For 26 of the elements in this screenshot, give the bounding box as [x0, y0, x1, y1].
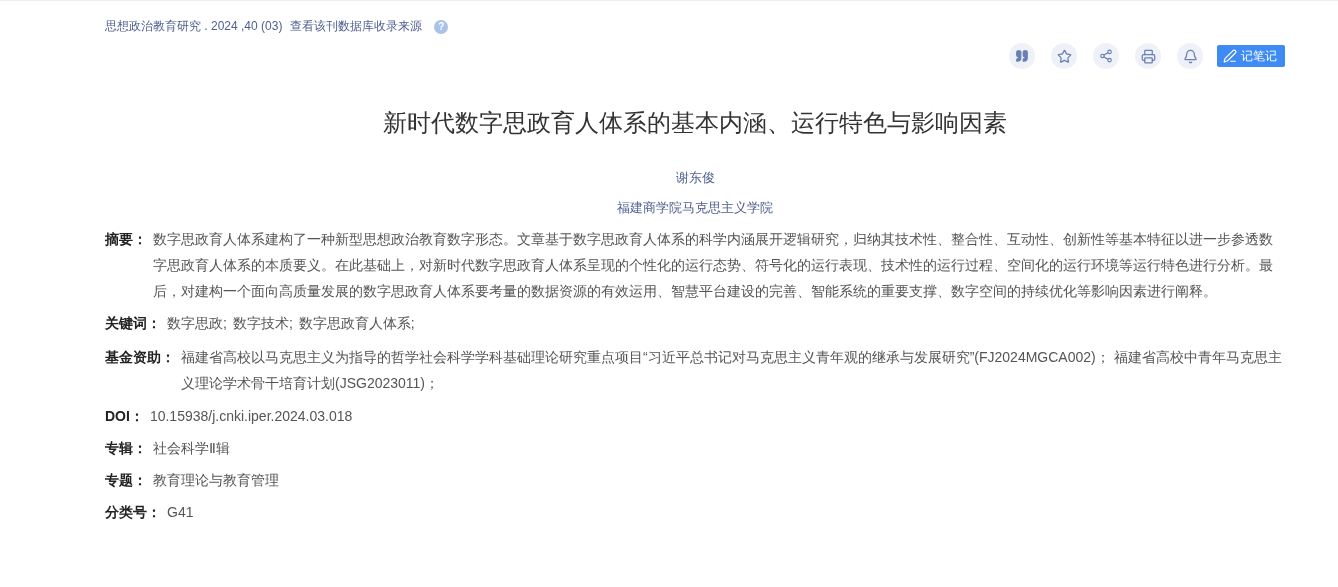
field-value: 福建省高校以马克思主义为指导的哲学社会科学学科基础理论研究重点项目“习近平总书记对马克思主义青年观的继承与发展研究”(FJ2024MGCA002)； 福建省高校中青年马克思主义理论学术骨干培育计划(JSG2023011)；	[181, 348, 1283, 393]
bell-icon[interactable]	[1177, 43, 1203, 69]
field-label: DOI：	[105, 407, 144, 426]
field-label: 专题：	[105, 471, 147, 490]
keyword-link[interactable]: 数字技术;	[232, 315, 293, 331]
field-label: 摘要：	[105, 230, 147, 249]
field-value: 教育理论与教育管理	[153, 471, 280, 490]
field-label: 关键词：	[105, 314, 161, 333]
share-icon[interactable]	[1093, 43, 1119, 69]
field-value: G41	[167, 503, 195, 522]
database-source-link[interactable]: 查看该刊数据库收录来源	[290, 18, 423, 35]
field-label: 分类号：	[105, 503, 161, 522]
field-value: 数字思政育人体系建构了一种新型思想政治教育数字形态。文章基于数字思政育人体系的科学内涵展开逻辑研究，归纳其技术性、整合性、互动性、创新性等基本特征以进一步参透数字思政育人体系的本质要义。在此基础上，对新时代数字思政育人体系呈现的个性化的运行态势、符号化的运行表现、技术性的运行过程、空间化的运行环境等运行特色进行分析。最后，对建构一个面向高质量发展的数字思政育人体系要考量的数据资源的有效运用、智慧平台建设的完善、智能系统的重要支撑、数字空间的持续优化等影响因素进行阐释。	[153, 230, 1274, 301]
field-value: 社会科学Ⅱ辑	[153, 439, 231, 458]
keyword-link[interactable]: 数字思政;	[167, 315, 227, 331]
author-link[interactable]: 谢东俊	[675, 170, 715, 185]
field-value: 10.15938/j.cnki.iper.2024.03.018	[149, 407, 354, 426]
field-label: 专辑：	[105, 439, 147, 458]
keyword-link[interactable]: 数字思政育人体系;	[298, 315, 415, 331]
print-icon[interactable]	[1135, 43, 1161, 69]
article-title: 新时代数字思政育人体系的基本内涵、运行特色与影响因素	[382, 108, 1008, 138]
quote-icon[interactable]	[1009, 43, 1035, 69]
field-label: 基金资助：	[105, 348, 175, 367]
pencil-icon	[1223, 49, 1237, 63]
affiliation-link[interactable]: 福建商学院马克思主义学院	[617, 200, 773, 215]
journal-info: 思想政治教育研究 . 2024 ,40 (03)	[105, 18, 283, 35]
